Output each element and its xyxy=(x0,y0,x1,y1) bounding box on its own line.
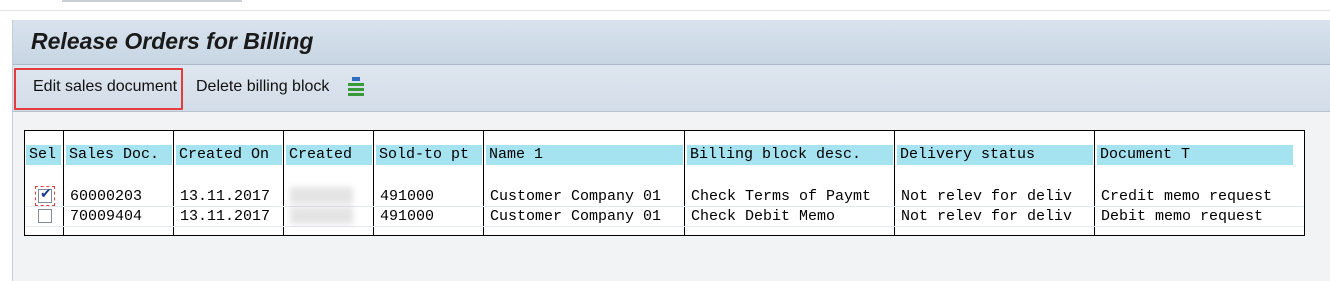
col-header-name1[interactable]: Name 1 xyxy=(486,145,683,165)
row-select-checkbox[interactable] xyxy=(38,209,52,223)
col-header-sold-to[interactable]: Sold-to pt xyxy=(376,145,482,165)
col-header-billing-block[interactable]: Billing block desc. xyxy=(687,145,893,165)
col-header-delivery-status[interactable]: Delivery status xyxy=(897,145,1093,165)
cell-name1[interactable]: Customer Company 01 xyxy=(486,207,685,227)
page-title: Release Orders for Billing xyxy=(31,28,314,54)
billing-orders-table: Sel Sales Doc. Created On Created Sold-t… xyxy=(24,130,1305,236)
delete-billing-block-button[interactable]: Delete billing block xyxy=(196,78,329,96)
main-frame: Release Orders for Billing Edit sales do… xyxy=(12,20,1330,281)
cell-billing-block[interactable]: Check Debit Memo xyxy=(687,207,895,227)
cell-document-type[interactable]: Credit memo request xyxy=(1097,187,1302,207)
cell-sales-doc[interactable]: 70009404 xyxy=(66,207,174,227)
cell-created-redacted: ▒▒▒▒▒▒▒ xyxy=(290,208,354,225)
application-toolbar: Edit sales document Delete billing block xyxy=(13,65,1330,112)
cell-sold-to[interactable]: 491000 xyxy=(376,207,484,227)
col-header-document-type[interactable]: Document T xyxy=(1097,145,1293,165)
cell-created-on[interactable]: 13.11.2017 xyxy=(176,187,284,207)
cell-document-type[interactable]: Debit memo request xyxy=(1097,207,1302,227)
col-header-sel[interactable]: Sel xyxy=(26,145,61,165)
cell-name1[interactable]: Customer Company 01 xyxy=(486,187,685,207)
cell-sales-doc[interactable]: 60000203 xyxy=(66,187,174,207)
cell-created-on[interactable]: 13.11.2017 xyxy=(176,207,284,227)
col-header-sales-doc[interactable]: Sales Doc. xyxy=(66,145,172,165)
cell-delivery-status[interactable]: Not relev for deliv xyxy=(897,187,1095,207)
cell-delivery-status[interactable]: Not relev for deliv xyxy=(897,207,1095,227)
col-header-created[interactable]: Created xyxy=(286,145,372,165)
col-header-created-on[interactable]: Created On xyxy=(176,145,282,165)
cell-created-redacted: ▒▒▒▒▒▒▒ xyxy=(290,188,354,205)
edit-sales-document-button[interactable]: Edit sales document xyxy=(33,78,177,96)
top-tab-edge xyxy=(62,0,242,2)
select-layout-icon[interactable] xyxy=(345,76,367,98)
cell-billing-block[interactable]: Check Terms of Paymt xyxy=(687,187,895,207)
checkmark-icon: ✔ xyxy=(40,186,52,202)
row-select-checkbox[interactable]: ✔ xyxy=(38,186,52,203)
cell-sold-to[interactable]: 491000 xyxy=(376,187,484,207)
top-strip xyxy=(0,0,1330,11)
title-bar: Release Orders for Billing xyxy=(13,20,1330,65)
